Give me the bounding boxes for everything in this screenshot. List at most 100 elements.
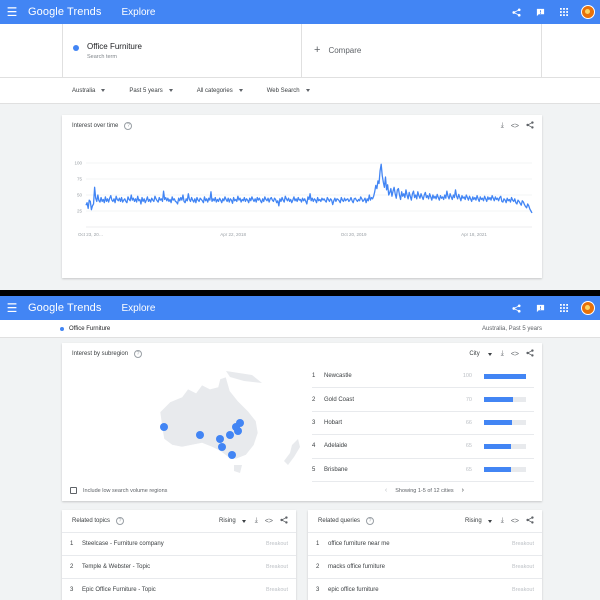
value-bar-fill [484,443,512,449]
category-filter[interactable]: All categories [197,88,243,94]
region-value: 65 [465,466,472,473]
city-marker[interactable] [218,443,226,451]
resolution-select[interactable]: City [469,351,492,357]
chevron-down-icon [241,519,246,523]
x-tick-label: Apr 18, 2021 [461,232,487,237]
city-marker[interactable] [160,423,168,431]
help-icon[interactable]: ? [134,350,143,358]
breakout-value: Breakout [511,564,534,570]
embed-icon[interactable]: <> [265,518,273,525]
property-filter[interactable]: Web Search [267,88,310,94]
y-tick-label: 100 [74,161,82,166]
related-row[interactable]: 3 epic office furniture Breakout [308,578,542,600]
filter-bar: Australia Past 5 years All categories We… [0,78,600,104]
share-icon[interactable] [280,516,288,526]
related-row[interactable]: 3 Epic Office Furniture - Topic Breakout [62,578,296,600]
y-tick-label: 25 [77,209,83,214]
chevron-down-icon [305,89,310,92]
city-marker[interactable] [216,435,224,443]
next-page-icon[interactable]: › [462,487,464,494]
explore-page-scrolled: ☰ Google Trends Explore Office Furniture… [0,296,600,600]
pagination-label: Showing 1-5 of 12 cities [395,487,454,494]
rank-index: 2 [70,564,74,570]
checkbox[interactable] [70,487,77,494]
sticky-term-header: Office Furniture Australia, Past 5 years [0,320,600,338]
menu-icon[interactable]: ☰ [0,0,24,24]
sticky-term-meta: Australia, Past 5 years [481,325,542,332]
city-marker[interactable] [196,431,204,439]
period-filter[interactable]: Past 5 years [129,88,173,94]
help-icon[interactable]: ? [366,517,375,525]
subregion-row[interactable]: 5 Brisbane 65 [312,459,534,482]
share-icon[interactable] [526,121,534,131]
interest-over-time-chart[interactable]: 100 75 50 25 Oct 23, 20… Apr 22, 2018 Oct 20, … [62,139,542,269]
share-icon[interactable] [526,349,534,359]
search-term-card[interactable]: Office Furniture Search term [62,24,302,77]
share-icon[interactable] [504,296,528,320]
share-icon[interactable] [504,0,528,24]
rank-index: 3 [70,587,74,593]
download-icon[interactable]: ⤓ [255,517,258,525]
rank-index: 3 [312,419,316,426]
related-row[interactable]: 2 Temple & Webster - Topic Breakout [62,555,296,578]
series-line[interactable] [85,163,533,214]
breakout-value: Breakout [511,587,534,593]
download-icon[interactable]: ⤓ [501,350,504,358]
chevron-down-icon [101,89,106,92]
card-title: Interest by subregion [72,351,129,357]
rank-index: 1 [316,541,320,547]
breakout-value: Breakout [265,587,288,593]
subregion-row[interactable]: 1 Newcastle 100 [312,365,534,389]
account-avatar[interactable] [576,0,600,24]
help-icon[interactable]: ? [124,122,133,130]
value-bar [484,397,526,403]
menu-icon[interactable]: ☰ [0,296,24,320]
region-value: 65 [465,443,472,450]
embed-icon[interactable]: <> [511,351,519,358]
related-row[interactable]: 1 office furniture near me Breakout [308,532,542,555]
share-icon[interactable] [526,516,534,526]
help-icon[interactable]: ? [116,517,125,525]
download-icon[interactable]: ⤓ [501,122,504,130]
city-marker[interactable] [232,423,240,431]
related-row[interactable]: 1 Steelcase - Furniture company Breakout [62,532,296,555]
rising-select[interactable]: Rising [465,518,492,524]
series-color-dot [73,45,79,51]
subregion-row[interactable]: 3 Hobart 66 [312,412,534,436]
australia-landmass [159,376,259,460]
tasmania [234,465,242,473]
rising-select[interactable]: Rising [219,518,246,524]
account-avatar[interactable] [576,296,600,320]
rank-index: 1 [70,541,74,547]
related-row[interactable]: 2 macks office furniture Breakout [308,555,542,578]
related-label: Temple & Webster - Topic [82,564,151,570]
embed-icon[interactable]: <> [511,123,519,130]
avatar-icon [581,5,595,19]
x-tick-label: Oct 20, 2019 [341,232,367,237]
city-marker[interactable] [226,431,234,439]
resolution-label: City [469,351,480,357]
google-trends-logo[interactable]: Google Trends [28,302,101,314]
sticky-term-name: Office Furniture [69,325,111,332]
region-filter[interactable]: Australia [72,88,106,94]
card-header: Interest by subregion ? City ⤓ <> [62,343,542,365]
feedback-icon[interactable] [528,296,552,320]
embed-icon[interactable]: <> [511,518,519,525]
explore-page-top: ☰ Google Trends Explore Office Furniture… [0,0,600,290]
compare-button[interactable]: + Compare [302,24,542,78]
apps-grid-icon[interactable] [552,0,576,24]
city-marker[interactable] [228,451,236,459]
download-icon[interactable]: ⤓ [501,517,504,525]
compare-label: Compare [328,46,362,55]
prev-page-icon[interactable]: ‹ [385,487,387,494]
card-header: Related queries ? Rising ⤓ <> [308,510,542,532]
subregion-row[interactable]: 4 Adelaide 65 [312,435,534,459]
subregion-row[interactable]: 2 Gold Coast 70 [312,388,534,412]
page-title: Explore [121,302,156,314]
apps-grid-icon[interactable] [552,296,576,320]
low-volume-toggle[interactable]: Include low search volume regions [70,487,167,494]
feedback-icon[interactable] [528,0,552,24]
png [226,371,262,383]
google-trends-logo[interactable]: Google Trends [28,6,101,18]
australia-map[interactable] [122,367,322,482]
